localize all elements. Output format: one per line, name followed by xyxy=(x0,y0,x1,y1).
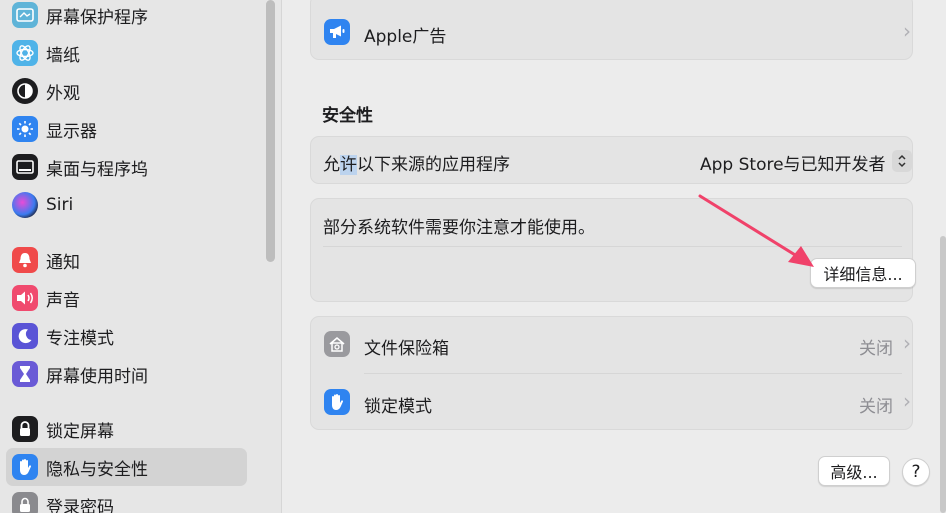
speaker-icon xyxy=(12,285,38,311)
filevault-status: 关闭 xyxy=(859,339,893,359)
sidebar-item-label: 显示器 xyxy=(46,121,97,142)
sidebar-item-label: 声音 xyxy=(46,290,80,311)
sidebar-item-screen-time[interactable]: 屏幕使用时间 xyxy=(6,355,247,393)
sidebar-item-label: 通知 xyxy=(46,252,80,273)
allow-apps-value[interactable]: App Store与已知开发者 xyxy=(700,150,886,175)
sidebar-item-siri[interactable]: Siri xyxy=(6,186,247,224)
sidebar-item-label: 专注模式 xyxy=(46,328,114,349)
divider xyxy=(323,246,902,247)
help-button[interactable]: ? xyxy=(902,458,930,486)
display-icon xyxy=(12,116,38,142)
hand-icon xyxy=(12,454,38,480)
filevault-lockdown-card: 文件保险箱 关闭 › 锁定模式 关闭 › xyxy=(310,316,913,430)
chevron-right-icon: › xyxy=(903,331,911,355)
screensaver-icon xyxy=(12,2,38,28)
system-software-text: 部分系统软件需要你注意才能使用。 xyxy=(323,218,595,238)
apple-ads-card[interactable]: Apple广告 › xyxy=(310,0,913,60)
sidebar-item-wallpaper[interactable]: 墙纸 xyxy=(6,34,247,72)
moon-icon xyxy=(12,323,38,349)
sidebar-item-lock-screen[interactable]: 锁定屏幕 xyxy=(6,410,247,448)
sidebar: 屏幕保护程序 墙纸 外观 显示器 桌面与程序坞 Siri 通知 声音 专注模式 … xyxy=(0,0,282,513)
text-selection-highlight: 许 xyxy=(340,155,357,175)
chevron-right-icon: › xyxy=(903,389,911,413)
sidebar-item-notifications[interactable]: 通知 xyxy=(6,241,247,279)
sidebar-item-sound[interactable]: 声音 xyxy=(6,279,247,317)
megaphone-icon xyxy=(324,19,350,45)
sidebar-item-focus[interactable]: 专注模式 xyxy=(6,317,247,355)
lock-icon xyxy=(12,416,38,442)
appearance-icon xyxy=(12,78,38,104)
sidebar-item-privacy-security[interactable]: 隐私与安全性 xyxy=(6,448,247,486)
sidebar-scrollbar[interactable] xyxy=(266,0,275,262)
lockdown-label: 锁定模式 xyxy=(364,397,432,417)
sidebar-item-login-password[interactable]: 登录密码 xyxy=(6,486,247,513)
allow-apps-label: 允许以下来源的应用程序 xyxy=(323,155,510,175)
sidebar-item-display[interactable]: 显示器 xyxy=(6,110,247,148)
hourglass-icon xyxy=(12,361,38,387)
sidebar-item-label: 墙纸 xyxy=(46,45,80,66)
wallpaper-icon xyxy=(12,40,38,66)
lockdown-row[interactable]: 锁定模式 关闭 › xyxy=(311,374,912,430)
main-content: Apple广告 › 安全性 允许以下来源的应用程序 App Store与已知开发… xyxy=(282,0,946,513)
lockdown-status: 关闭 xyxy=(859,397,893,417)
allow-apps-popup-stepper[interactable] xyxy=(892,150,912,172)
security-section-title: 安全性 xyxy=(322,106,373,126)
advanced-button[interactable]: 高级... xyxy=(818,456,890,486)
chevron-right-icon: › xyxy=(903,19,911,43)
sidebar-item-label: 屏幕使用时间 xyxy=(46,366,148,387)
main-scrollbar[interactable] xyxy=(940,236,946,513)
key-icon xyxy=(12,492,38,513)
sidebar-item-label: 隐私与安全性 xyxy=(46,459,148,480)
filevault-house-icon xyxy=(324,331,350,357)
sidebar-item-appearance[interactable]: 外观 xyxy=(6,72,247,110)
filevault-label: 文件保险箱 xyxy=(364,339,449,359)
sidebar-item-label: Siri xyxy=(46,195,74,215)
sidebar-item-desktop-dock[interactable]: 桌面与程序坞 xyxy=(6,148,247,186)
allow-apps-card: 允许以下来源的应用程序 App Store与已知开发者 xyxy=(310,136,913,184)
apple-ads-label: Apple广告 xyxy=(364,27,447,47)
dock-icon xyxy=(12,154,38,180)
details-button[interactable]: 详细信息... xyxy=(810,258,916,288)
lockdown-hand-icon xyxy=(324,389,350,415)
sidebar-item-label: 屏幕保护程序 xyxy=(46,7,148,28)
sidebar-item-screensaver[interactable]: 屏幕保护程序 xyxy=(6,0,247,34)
siri-icon xyxy=(12,192,38,218)
bell-icon xyxy=(12,247,38,273)
sidebar-item-label: 锁定屏幕 xyxy=(46,421,114,442)
filevault-row[interactable]: 文件保险箱 关闭 › xyxy=(311,317,912,373)
sidebar-item-label: 外观 xyxy=(46,83,80,104)
sidebar-item-label: 桌面与程序坞 xyxy=(46,159,148,180)
sidebar-item-label: 登录密码 xyxy=(46,497,114,513)
